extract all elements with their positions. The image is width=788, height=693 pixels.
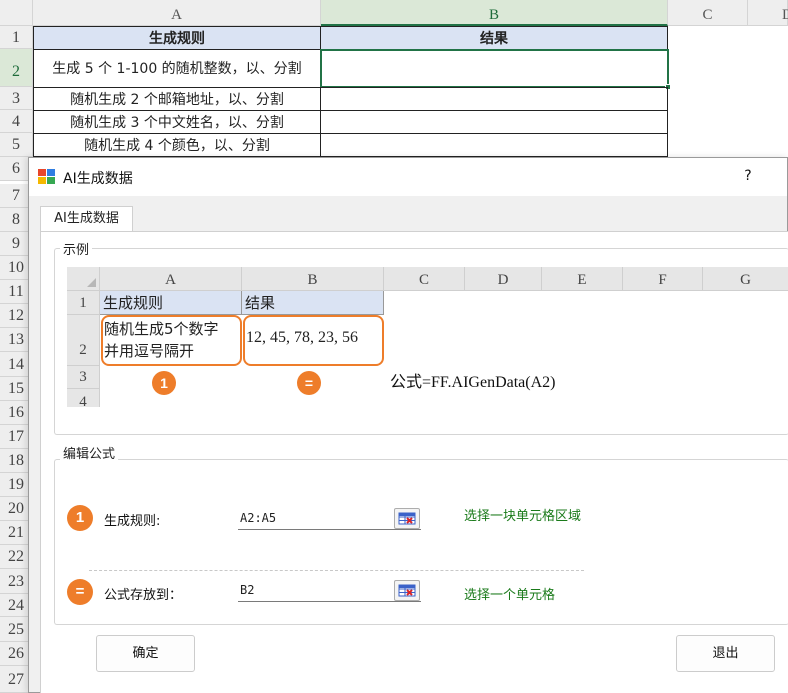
column-header-d[interactable]: D [748, 0, 788, 26]
example-badge-rule: 1 [152, 371, 176, 395]
ai-generate-dialog: AI生成数据 ? AI生成数据 示例 A B C D E F G 1 2 3 4… [28, 157, 788, 693]
target-hint: 选择一个单元格 [464, 588, 556, 603]
example-rule-highlight [101, 315, 242, 366]
cell-a2[interactable]: 生成 5 个 1-100 的随机整数，以、分割 [33, 49, 321, 88]
cell-b4[interactable] [320, 110, 668, 134]
example-row-1: 1 [67, 291, 100, 315]
cell-range-picker-icon [398, 512, 416, 525]
row-header-2[interactable]: 2 [0, 49, 33, 87]
example-grid: A B C D E F G 1 2 3 4 生成规则 结果 随机生成5个数字 并… [67, 267, 788, 410]
row-header-3[interactable]: 3 [0, 87, 33, 110]
cell-a3[interactable]: 随机生成 2 个邮箱地址，以、分割 [33, 87, 321, 111]
cell-b1[interactable]: 结果 [320, 26, 668, 50]
example-col-e: E [542, 267, 623, 291]
cell-b3[interactable] [320, 87, 668, 111]
row-header-4[interactable]: 4 [0, 110, 33, 133]
cell-a4[interactable]: 随机生成 3 个中文姓名，以、分割 [33, 110, 321, 134]
example-col-a: A [100, 267, 242, 291]
exit-button[interactable]: 退出 [676, 635, 775, 672]
row-header-5[interactable]: 5 [0, 133, 33, 157]
example-col-g: G [703, 267, 788, 291]
divider [89, 570, 584, 571]
example-col-c: C [384, 267, 465, 291]
example-row-3: 3 [67, 366, 100, 389]
rule-range-picker-button[interactable] [394, 508, 420, 529]
column-header-c[interactable]: C [668, 0, 748, 26]
dialog-titlebar[interactable]: AI生成数据 ? [29, 158, 787, 196]
example-col-f: F [623, 267, 703, 291]
cell-a1[interactable]: 生成规则 [33, 26, 321, 50]
tab-ai-generate[interactable]: AI生成数据 [40, 206, 133, 232]
help-button[interactable]: ? [741, 168, 755, 184]
example-col-d: D [465, 267, 542, 291]
column-header-b[interactable]: B [321, 0, 668, 26]
app-grid-icon [38, 169, 55, 184]
cell-a5[interactable]: 随机生成 4 个颜色，以、分割 [33, 133, 321, 157]
example-row-4: 4 [67, 389, 100, 410]
row-header-1[interactable]: 1 [0, 26, 33, 49]
rule-hint: 选择一块单元格区域 [464, 509, 582, 524]
example-group-label: 示例 [60, 239, 93, 258]
edit-formula-group-label: 编辑公式 [60, 443, 119, 462]
example-corner [67, 267, 100, 291]
example-row-2: 2 [67, 315, 100, 366]
example-result-highlight [243, 315, 384, 366]
cell-range-picker-icon [398, 584, 416, 597]
rule-badge: 1 [67, 505, 93, 531]
target-cell-picker-button[interactable] [394, 580, 420, 601]
cell-b5[interactable] [320, 133, 668, 157]
rule-label: 生成规则: [104, 514, 161, 529]
dialog-title: AI生成数据 [63, 171, 133, 187]
example-header-rule: 生成规则 [100, 291, 242, 315]
target-label: 公式存放到： [104, 588, 183, 603]
example-badge-result: = [297, 371, 321, 395]
example-formula: 公式=FF.AIGenData(A2) [390, 374, 556, 391]
example-header-result: 结果 [242, 291, 384, 315]
target-badge: = [67, 579, 93, 605]
select-all-corner[interactable] [0, 0, 33, 26]
column-header-a[interactable]: A [33, 0, 321, 26]
active-cell-b2 [320, 49, 671, 90]
ok-button[interactable]: 确定 [96, 635, 195, 672]
example-col-b: B [242, 267, 384, 291]
